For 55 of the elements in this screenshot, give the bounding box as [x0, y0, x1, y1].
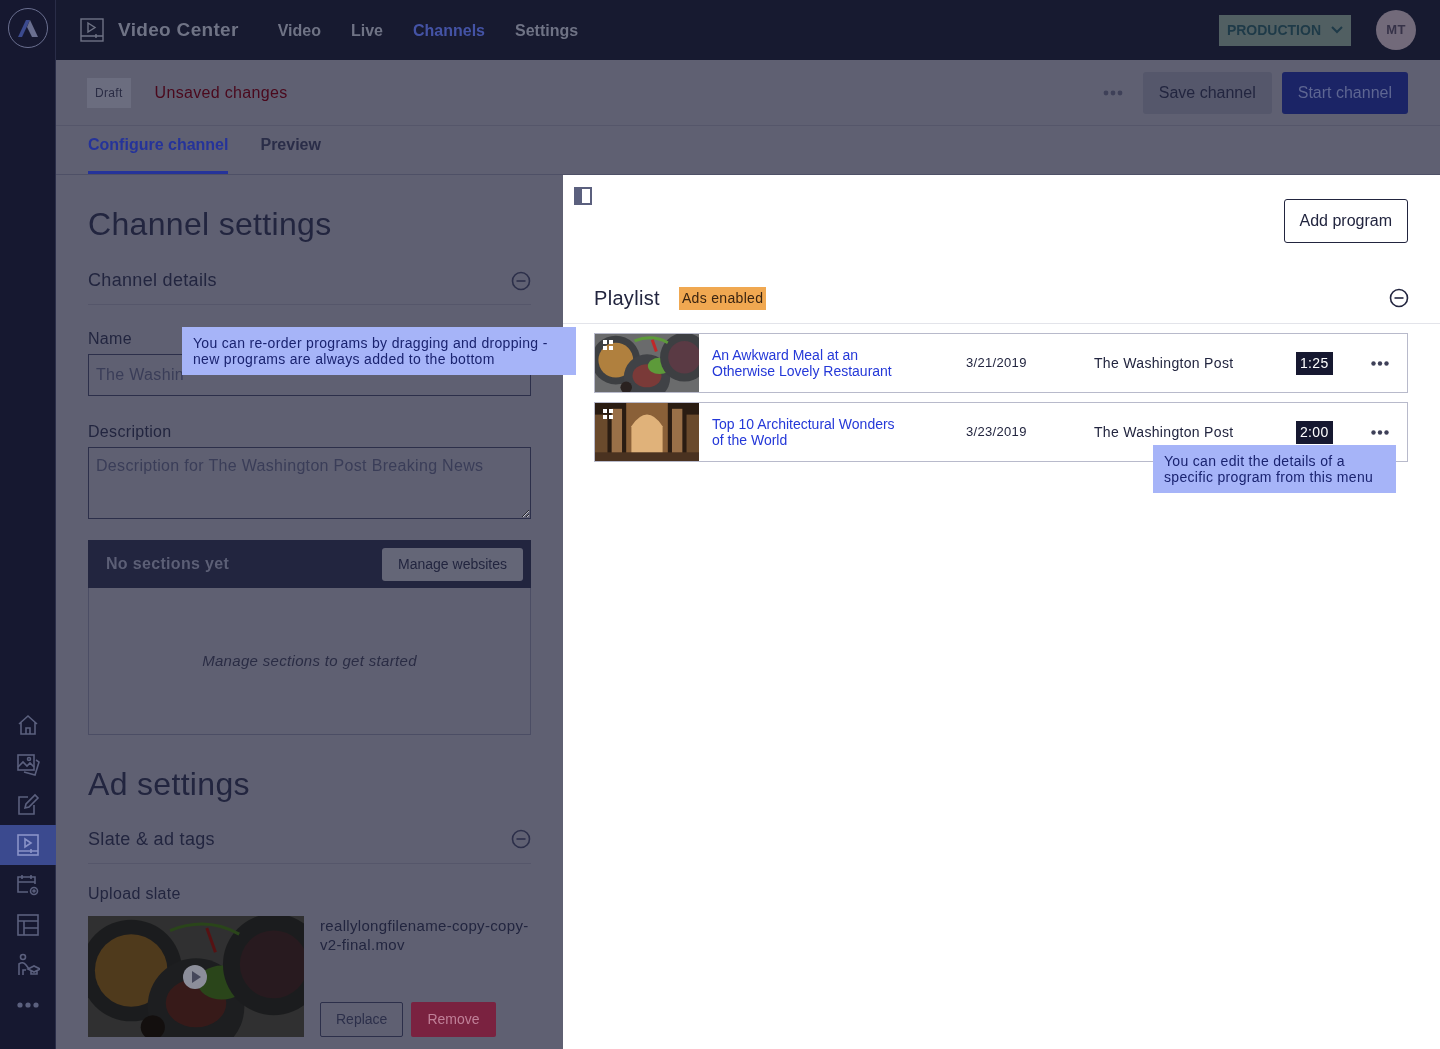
video-icon: [80, 18, 104, 42]
add-program-button[interactable]: Add program: [1283, 199, 1408, 243]
ads-badge: Ads enabled: [678, 286, 767, 310]
duration-badge: 1:25: [1296, 351, 1333, 375]
images-icon: [16, 753, 40, 777]
panel-icon[interactable]: [574, 187, 592, 205]
subsection-heading: Channel details: [88, 269, 217, 293]
app-title: Video Center: [118, 17, 239, 42]
more-icon: [16, 1002, 40, 1008]
sidebar-item[interactable]: [0, 825, 56, 865]
remove-button[interactable]: Remove: [411, 1001, 496, 1037]
nav-link[interactable]: Video: [262, 0, 336, 63]
start-button[interactable]: Start channel: [1281, 71, 1408, 114]
tooltip: You can re-order programs by dragging and dropping - new programs are always added to the bottom: [182, 327, 576, 375]
file-name: reallylongfilename-copy-copy-v2-final.mov: [320, 915, 530, 954]
playlist-row[interactable]: An Awkward Meal at an Otherwise Lovely Restaurant 3/21/2019 The Washington Post 1:25: [594, 333, 1408, 393]
nav-link[interactable]: Settings: [500, 0, 594, 63]
tab[interactable]: Configure channel: [88, 133, 229, 174]
nav-link[interactable]: Channels: [398, 0, 500, 63]
sections-title: No sections yet: [106, 554, 230, 575]
section-heading: Channel settings: [88, 205, 333, 244]
nav-link[interactable]: Live: [336, 0, 398, 63]
playlist-heading: Playlist: [594, 286, 660, 311]
source-text: The Washington Post: [1094, 422, 1235, 442]
section-heading: Ad settings: [88, 765, 251, 804]
manage-websites-button[interactable]: Manage websites: [382, 547, 523, 581]
edit-icon: [16, 793, 40, 817]
more-icon: [1370, 430, 1389, 436]
grip-icon: [603, 340, 613, 350]
user-avatar[interactable]: MT: [1376, 10, 1416, 50]
more-icon: [1370, 361, 1389, 367]
play-icon: [182, 963, 208, 990]
date-text: 3/21/2019: [966, 354, 1028, 373]
grip-icon: [603, 409, 613, 419]
field-label: Name: [88, 329, 132, 350]
unsaved-message: Unsaved changes: [154, 82, 288, 103]
chevron-down-icon: [1331, 26, 1343, 34]
home-icon: [16, 713, 40, 737]
video-icon: [16, 833, 40, 857]
duration-badge: 2:00: [1296, 420, 1333, 444]
tooltip: You can edit the details of a specific program from this menu: [1153, 445, 1396, 493]
field-label: Upload slate: [88, 883, 181, 904]
calendar-gear-icon: [16, 873, 40, 897]
subsection-heading: Slate & ad tags: [88, 827, 215, 851]
program-title-link[interactable]: Top 10 Architectural Wonders of the World: [712, 416, 966, 448]
collapse-icon[interactable]: [1389, 288, 1409, 308]
layout-icon: [16, 913, 40, 937]
date-text: 3/23/2019: [966, 423, 1028, 442]
source-text: The Washington Post: [1094, 353, 1235, 373]
more-icon: [1102, 90, 1123, 97]
logo-icon: [16, 18, 40, 38]
program-title-link[interactable]: An Awkward Meal at an Otherwise Lovely Restaurant: [712, 347, 966, 379]
status-badge: Draft: [87, 77, 131, 108]
field-label: Description: [88, 422, 172, 443]
person-cap-icon: [16, 953, 40, 977]
